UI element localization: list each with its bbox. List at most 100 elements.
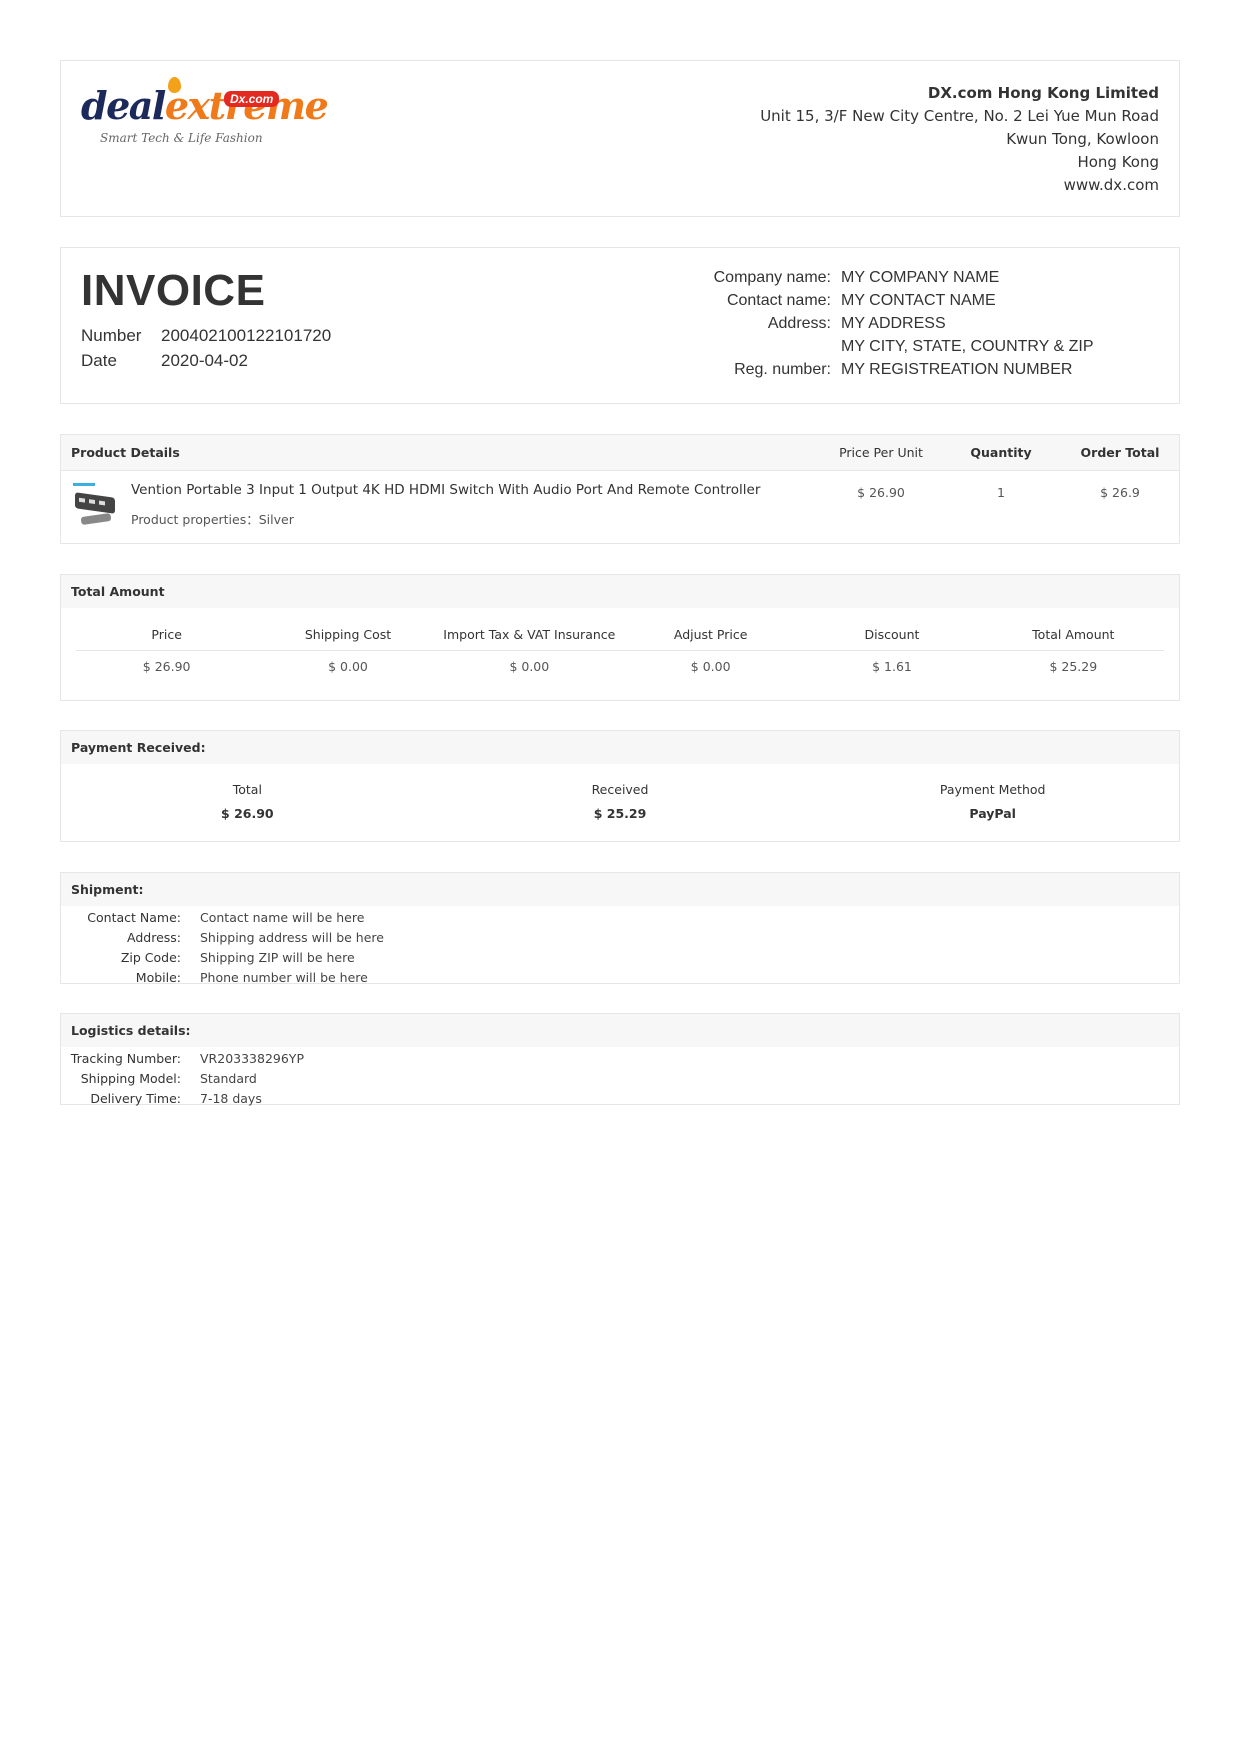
- logo-wordmark: dealextreme: [81, 87, 329, 125]
- shipment-row: Contact Name: Contact name will be here: [61, 908, 1179, 928]
- price-per-unit-heading: Price Per Unit: [839, 445, 923, 460]
- seller-address-line3: Hong Kong: [1077, 153, 1159, 171]
- payment-received: $ 25.29: [593, 806, 647, 821]
- seller-address: DX.com Hong Kong Limited Unit 15, 3/F Ne…: [760, 82, 1159, 197]
- shipment-row: Zip Code: Shipping ZIP will be here: [61, 948, 1179, 968]
- tracking-number[interactable]: VR203338296YP: [200, 1049, 1179, 1069]
- billing-value: MY ADDRESS: [841, 315, 946, 332]
- logistics-label: Shipping Model:: [80, 1071, 181, 1086]
- billing-value: MY REGISTREATION NUMBER: [841, 361, 1073, 378]
- billing-label: Reg. number:: [734, 361, 831, 378]
- total-amount-header-row: Price Shipping Cost Import Tax & VAT Ins…: [76, 620, 1164, 651]
- payment-total: $ 26.90: [221, 806, 274, 821]
- product-info: Vention Portable 3 Input 1 Output 4K HD …: [131, 471, 821, 543]
- payment-value-row: $ 26.90 $ 25.29 PayPal: [61, 806, 1179, 821]
- product-order-total: $ 26.9: [1100, 485, 1140, 500]
- total-header-total: Total Amount: [982, 620, 1164, 651]
- billing-label: [621, 335, 841, 358]
- seller-address-line2: Kwun Tong, Kowloon: [1006, 130, 1159, 148]
- payment-received-card: Payment Received: Total Received Payment…: [60, 730, 1180, 842]
- billing-label: Company name:: [713, 269, 831, 286]
- product-details-heading: Product Details: [71, 445, 180, 460]
- total-value-total: $ 25.29: [1049, 659, 1098, 674]
- shipment-label: Zip Code:: [120, 950, 181, 965]
- logistics-row: Tracking Number: VR203338296YP: [61, 1049, 1179, 1069]
- total-header-adjust: Adjust Price: [619, 620, 802, 651]
- shipment-label: Address:: [127, 930, 181, 945]
- quantity-heading: Quantity: [970, 445, 1032, 460]
- shipment-label: Mobile:: [135, 970, 181, 985]
- logistics-details: Tracking Number: VR203338296YP Shipping M…: [61, 1047, 1179, 1109]
- logo-deal: deal: [81, 83, 166, 128]
- logistics-label: Delivery Time:: [90, 1091, 181, 1106]
- invoice-number: 200402100122101720: [161, 326, 332, 345]
- total-amount-card: Total Amount Price Shipping Cost Import …: [60, 574, 1180, 701]
- logistics-value: 7-18 days: [200, 1091, 262, 1106]
- total-header-price: Price: [76, 620, 258, 651]
- invoice-date: 2020-04-02: [161, 351, 248, 370]
- logo-tagline: Smart Tech & Life Fashion: [100, 131, 263, 145]
- invoice-card: INVOICE Number 200402100122101720 Date 202…: [60, 247, 1180, 404]
- invoice-title: INVOICE: [81, 266, 266, 315]
- total-value-discount: $ 1.61: [872, 659, 912, 674]
- payment-method: PayPal: [969, 806, 1016, 821]
- billing-row: MY CITY, STATE, COUNTRY & ZIP: [621, 335, 1094, 358]
- total-value-adjust: $ 0.00: [690, 659, 731, 674]
- product-properties: Product properties：Silver: [131, 512, 294, 527]
- shipment-heading: Shipment:: [61, 873, 1179, 906]
- payment-header-total: Total: [232, 782, 262, 797]
- payment-header-received: Received: [591, 782, 649, 797]
- product-row: Vention Portable 3 Input 1 Output 4K HD …: [61, 471, 1179, 543]
- payment-header-row: Total Received Payment Method: [61, 782, 1179, 797]
- logistics-heading: Logistics details:: [61, 1014, 1179, 1047]
- product-quantity: 1: [997, 485, 1005, 500]
- shipment-row: Mobile: Phone number will be here: [61, 968, 1179, 988]
- seller-address-line1: Unit 15, 3/F New City Centre, No. 2 Lei …: [760, 107, 1159, 125]
- shipment-value: Shipping address will be here: [200, 930, 384, 945]
- product-thumbnail[interactable]: [73, 483, 121, 531]
- product-thumbnail-remote: [80, 512, 112, 526]
- billing-value: MY COMPANY NAME: [841, 269, 1000, 286]
- billing-label: Address:: [767, 315, 831, 332]
- invoice-number-label: Number: [81, 326, 142, 345]
- product-name[interactable]: Vention Portable 3 Input 1 Output 4K HD …: [131, 482, 821, 498]
- order-total-heading: Order Total: [1080, 445, 1160, 460]
- shipment-card: Shipment: Contact Name: Contact name will…: [60, 872, 1180, 985]
- billing-row: Company name: MY COMPANY NAME: [621, 266, 1094, 289]
- logo-badge: Dx.com: [224, 91, 280, 107]
- logistics-label: Tracking Number:: [70, 1051, 181, 1066]
- billing-value: MY CITY, STATE, COUNTRY & ZIP: [841, 338, 1094, 355]
- product-thumbnail-brand-strip: [73, 483, 95, 486]
- total-header-discount: Discount: [801, 620, 983, 651]
- logistics-row: Delivery Time: 7-18 days: [61, 1089, 1179, 1109]
- billing-value: MY CONTACT NAME: [841, 292, 996, 309]
- shipment-value: Contact name will be here: [200, 910, 365, 925]
- shipment-value: Shipping ZIP will be here: [200, 950, 355, 965]
- invoice-date-label: Date: [81, 351, 117, 370]
- billing-label: Contact name:: [726, 292, 831, 309]
- product-price-per-unit: $ 26.90: [857, 485, 905, 500]
- total-amount-heading: Total Amount: [61, 575, 1179, 608]
- billing-info: Company name: MY COMPANY NAME Contact nam…: [621, 266, 1094, 381]
- logistics-value: Standard: [200, 1071, 257, 1086]
- product-table-header: Product Details Price Per Unit Quantity …: [61, 435, 1179, 471]
- total-amount-table: Price Shipping Cost Import Tax & VAT Ins…: [76, 620, 1164, 683]
- payment-received-heading: Payment Received:: [61, 731, 1179, 764]
- shipment-value: Phone number will be here: [200, 970, 368, 985]
- total-value-shipping: $ 0.00: [328, 659, 368, 674]
- total-value-price: $ 26.90: [142, 659, 191, 674]
- seller-website: www.dx.com: [1063, 176, 1159, 194]
- logistics-card: Logistics details: Tracking Number: VR203…: [60, 1013, 1180, 1106]
- shipment-row: Address: Shipping address will be here: [61, 928, 1179, 948]
- billing-row: Reg. number: MY REGISTREATION NUMBER: [621, 358, 1094, 381]
- total-amount-value-row: $ 26.90 $ 0.00 $ 0.00 $ 0.00 $ 1.61 $ 25…: [76, 651, 1164, 683]
- product-thumbnail-hub: [75, 492, 115, 514]
- shipment-details: Contact Name: Contact name will be here A…: [61, 906, 1179, 988]
- total-header-tax: Import Tax & VAT Insurance: [438, 620, 620, 651]
- billing-row: Address: MY ADDRESS: [621, 312, 1094, 335]
- dealextreme-logo[interactable]: dealextreme Dx.com Smart Tech & Life Fas…: [81, 77, 329, 153]
- payment-header-method: Payment Method: [939, 782, 1046, 797]
- header-card: dealextreme Dx.com Smart Tech & Life Fas…: [60, 60, 1180, 217]
- invoice-meta: Number 200402100122101720 Date 2020-04-02: [81, 323, 331, 373]
- seller-name: DX.com Hong Kong Limited: [927, 84, 1159, 102]
